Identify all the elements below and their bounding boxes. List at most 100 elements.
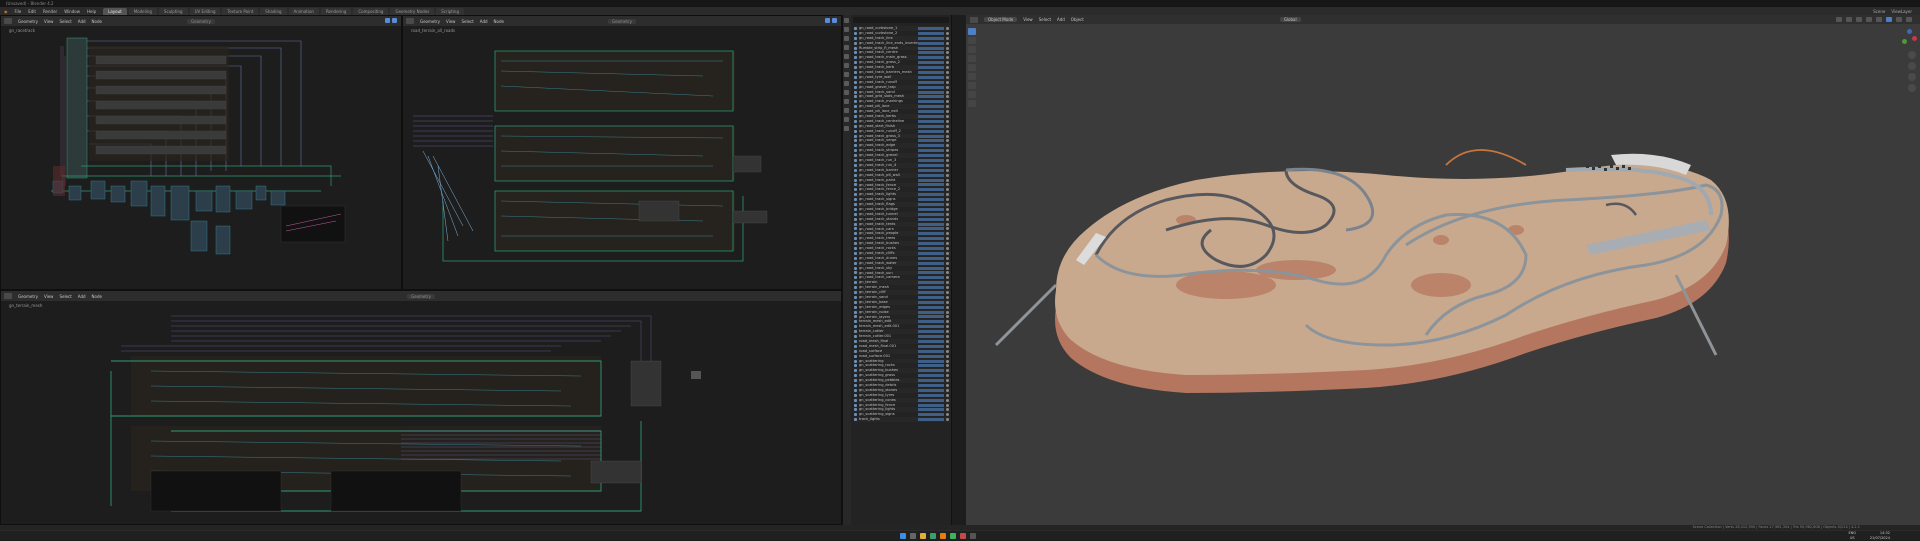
menu-window[interactable]: Window <box>64 9 80 14</box>
modifier-icons[interactable] <box>918 261 944 265</box>
visibility-eye-icon[interactable] <box>946 335 949 339</box>
visibility-eye-icon[interactable] <box>946 276 949 280</box>
visibility-eye-icon[interactable] <box>946 207 949 211</box>
visibility-eye-icon[interactable] <box>946 100 949 104</box>
menu-select[interactable]: Select <box>59 294 71 299</box>
menu-select[interactable]: Select <box>461 19 473 24</box>
node-tree-selector[interactable]: Geometry <box>187 18 215 24</box>
menu-node[interactable]: Node <box>494 19 504 24</box>
visibility-eye-icon[interactable] <box>946 212 949 216</box>
modifier-tab-icon[interactable] <box>844 81 849 86</box>
modifier-icons[interactable] <box>918 26 944 30</box>
editor-label[interactable]: Geometry <box>18 294 38 299</box>
visibility-eye-icon[interactable] <box>946 129 949 133</box>
modifier-icons[interactable] <box>918 31 944 35</box>
modifier-icons[interactable] <box>918 168 944 172</box>
modifier-icons[interactable] <box>918 129 944 133</box>
modifier-icons[interactable] <box>918 85 944 89</box>
view-layer-selector[interactable]: ViewLayer <box>1891 9 1912 14</box>
modifier-icons[interactable] <box>918 281 944 285</box>
visibility-eye-icon[interactable] <box>946 158 949 162</box>
node-graph-bottom[interactable] <box>1 301 842 525</box>
editor-label[interactable]: Geometry <box>420 19 440 24</box>
visibility-eye-icon[interactable] <box>946 291 949 295</box>
axis-y-icon[interactable] <box>1902 39 1907 44</box>
modifier-icons[interactable] <box>918 198 944 202</box>
terminal-icon[interactable] <box>970 533 976 539</box>
visibility-eye-icon[interactable] <box>946 354 949 358</box>
modifier-icons[interactable] <box>918 388 944 392</box>
data-tab-icon[interactable] <box>844 117 849 122</box>
menu-view[interactable]: View <box>44 294 54 299</box>
blender-logo-icon[interactable]: ◉ <box>4 9 8 14</box>
visibility-eye-icon[interactable] <box>946 364 949 368</box>
modifier-icons[interactable] <box>918 349 944 353</box>
outliner-row[interactable]: track_lights <box>853 417 951 423</box>
visibility-eye-icon[interactable] <box>946 139 949 143</box>
visibility-eye-icon[interactable] <box>946 388 949 392</box>
visibility-eye-icon[interactable] <box>946 330 949 334</box>
modifier-icons[interactable] <box>918 276 944 280</box>
modifier-icons[interactable] <box>918 217 944 221</box>
modifier-icons[interactable] <box>918 80 944 84</box>
modifier-icons[interactable] <box>918 237 944 241</box>
node-editor-top-right[interactable]: Geometry View Select Add Node Geometry r… <box>402 15 842 290</box>
node-editor-top-left[interactable]: Geometry View Select Add Node Geometry g… <box>0 15 402 290</box>
scene-tab-icon[interactable] <box>844 54 849 59</box>
visibility-eye-icon[interactable] <box>946 198 949 202</box>
visibility-eye-icon[interactable] <box>946 339 949 343</box>
workspace-tab-sculpting[interactable]: Sculpting <box>158 7 188 15</box>
modifier-icons[interactable] <box>918 300 944 304</box>
view-layer-tab-icon[interactable] <box>844 45 849 50</box>
modifier-icons[interactable] <box>918 105 944 109</box>
visibility-eye-icon[interactable] <box>946 383 949 387</box>
visibility-eye-icon[interactable] <box>946 379 949 383</box>
axis-x-icon[interactable] <box>1912 36 1917 41</box>
object-tab-icon[interactable] <box>844 72 849 77</box>
visibility-eye-icon[interactable] <box>946 168 949 172</box>
pan-icon[interactable] <box>1908 62 1916 70</box>
menu-add[interactable]: Add <box>78 19 86 24</box>
visibility-eye-icon[interactable] <box>946 124 949 128</box>
spotify-icon[interactable] <box>950 533 956 539</box>
physics-tab-icon[interactable] <box>844 99 849 104</box>
visibility-eye-icon[interactable] <box>946 232 949 236</box>
visibility-eye-icon[interactable] <box>946 95 949 99</box>
camera-view-icon[interactable] <box>1908 73 1916 81</box>
modifier-icons[interactable] <box>918 154 944 158</box>
tool-tab-icon[interactable] <box>844 18 849 23</box>
modifier-icons[interactable] <box>918 56 944 60</box>
modifier-icons[interactable] <box>918 178 944 182</box>
visibility-eye-icon[interactable] <box>946 374 949 378</box>
workspace-tab-rendering[interactable]: Rendering <box>320 7 352 15</box>
blender-app-icon[interactable] <box>940 533 946 539</box>
visibility-eye-icon[interactable] <box>946 149 949 153</box>
modifier-icons[interactable] <box>918 36 944 40</box>
visibility-eye-icon[interactable] <box>946 418 949 422</box>
menu-add[interactable]: Add <box>78 294 86 299</box>
modifier-icons[interactable] <box>918 114 944 118</box>
modifier-icons[interactable] <box>918 369 944 373</box>
output-tab-icon[interactable] <box>844 36 849 41</box>
modifier-icons[interactable] <box>918 408 944 412</box>
visibility-eye-icon[interactable] <box>946 261 949 265</box>
pin-icon[interactable] <box>385 18 390 23</box>
visibility-eye-icon[interactable] <box>946 393 949 397</box>
visibility-eye-icon[interactable] <box>946 46 949 50</box>
editor-type-icon[interactable] <box>4 293 12 299</box>
modifier-icons[interactable] <box>918 139 944 143</box>
visibility-eye-icon[interactable] <box>946 359 949 363</box>
visibility-eye-icon[interactable] <box>946 266 949 270</box>
render-tab-icon[interactable] <box>844 27 849 32</box>
modifier-icons[interactable] <box>918 188 944 192</box>
modifier-icons[interactable] <box>918 90 944 94</box>
visibility-eye-icon[interactable] <box>946 154 949 158</box>
modifier-icons[interactable] <box>918 393 944 397</box>
workspace-tab-shading[interactable]: Shading <box>260 7 287 15</box>
menu-add[interactable]: Add <box>480 19 488 24</box>
modifier-icons[interactable] <box>918 247 944 251</box>
modifier-icons[interactable] <box>918 330 944 334</box>
material-tab-icon[interactable] <box>844 126 849 131</box>
editor-type-icon[interactable] <box>406 18 414 24</box>
modifier-icons[interactable] <box>918 364 944 368</box>
